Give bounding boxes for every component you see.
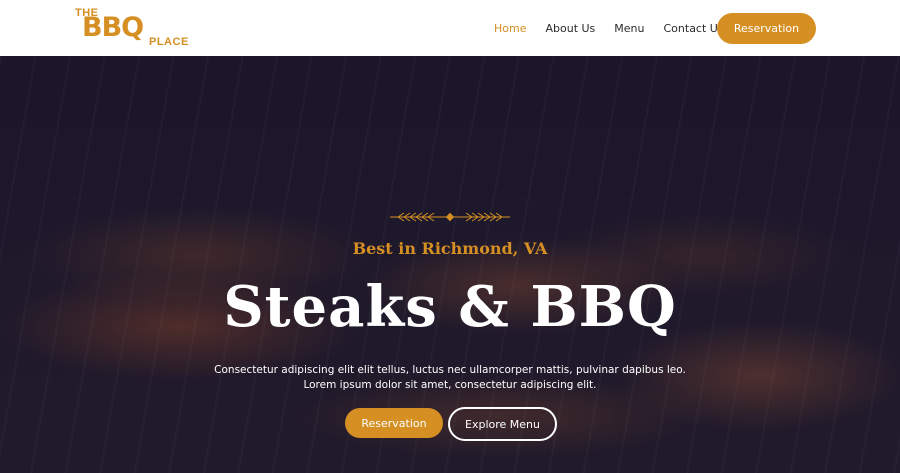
nav-link-contact-us[interactable]: Contact Us — [664, 22, 724, 35]
site-logo[interactable]: THE BBQ PLACE — [75, 7, 190, 49]
hero-subtitle: Best in Richmond, VA — [352, 239, 548, 258]
hero-section: Best in Richmond, VA Steaks & BBQ Consec… — [0, 56, 900, 473]
logo-text-place: PLACE — [149, 36, 189, 48]
nav-link-home[interactable]: Home — [494, 22, 526, 35]
wheat-divider-icon — [390, 212, 510, 222]
logo-text-bbq: BBQ — [82, 12, 144, 43]
hero-description: Consectetur adipiscing elit elit tellus,… — [0, 363, 900, 393]
nav-link-about-us[interactable]: About Us — [545, 22, 595, 35]
hero-overlay — [0, 56, 900, 473]
explore-menu-button[interactable]: Explore Menu — [448, 407, 557, 441]
site-header: THE BBQ PLACE Home About Us Menu Contact… — [0, 0, 900, 56]
header-reservation-button[interactable]: Reservation — [717, 13, 816, 44]
nav-link-menu[interactable]: Menu — [614, 22, 644, 35]
hero-reservation-button[interactable]: Reservation — [345, 408, 443, 438]
hero-description-line-1: Consectetur adipiscing elit elit tellus,… — [214, 364, 686, 376]
hero-description-line-2: Lorem ipsum dolor sit amet, consectetur … — [303, 379, 597, 391]
hero-title: Steaks & BBQ — [223, 274, 677, 340]
main-nav: Home About Us Menu Contact Us — [494, 0, 743, 56]
